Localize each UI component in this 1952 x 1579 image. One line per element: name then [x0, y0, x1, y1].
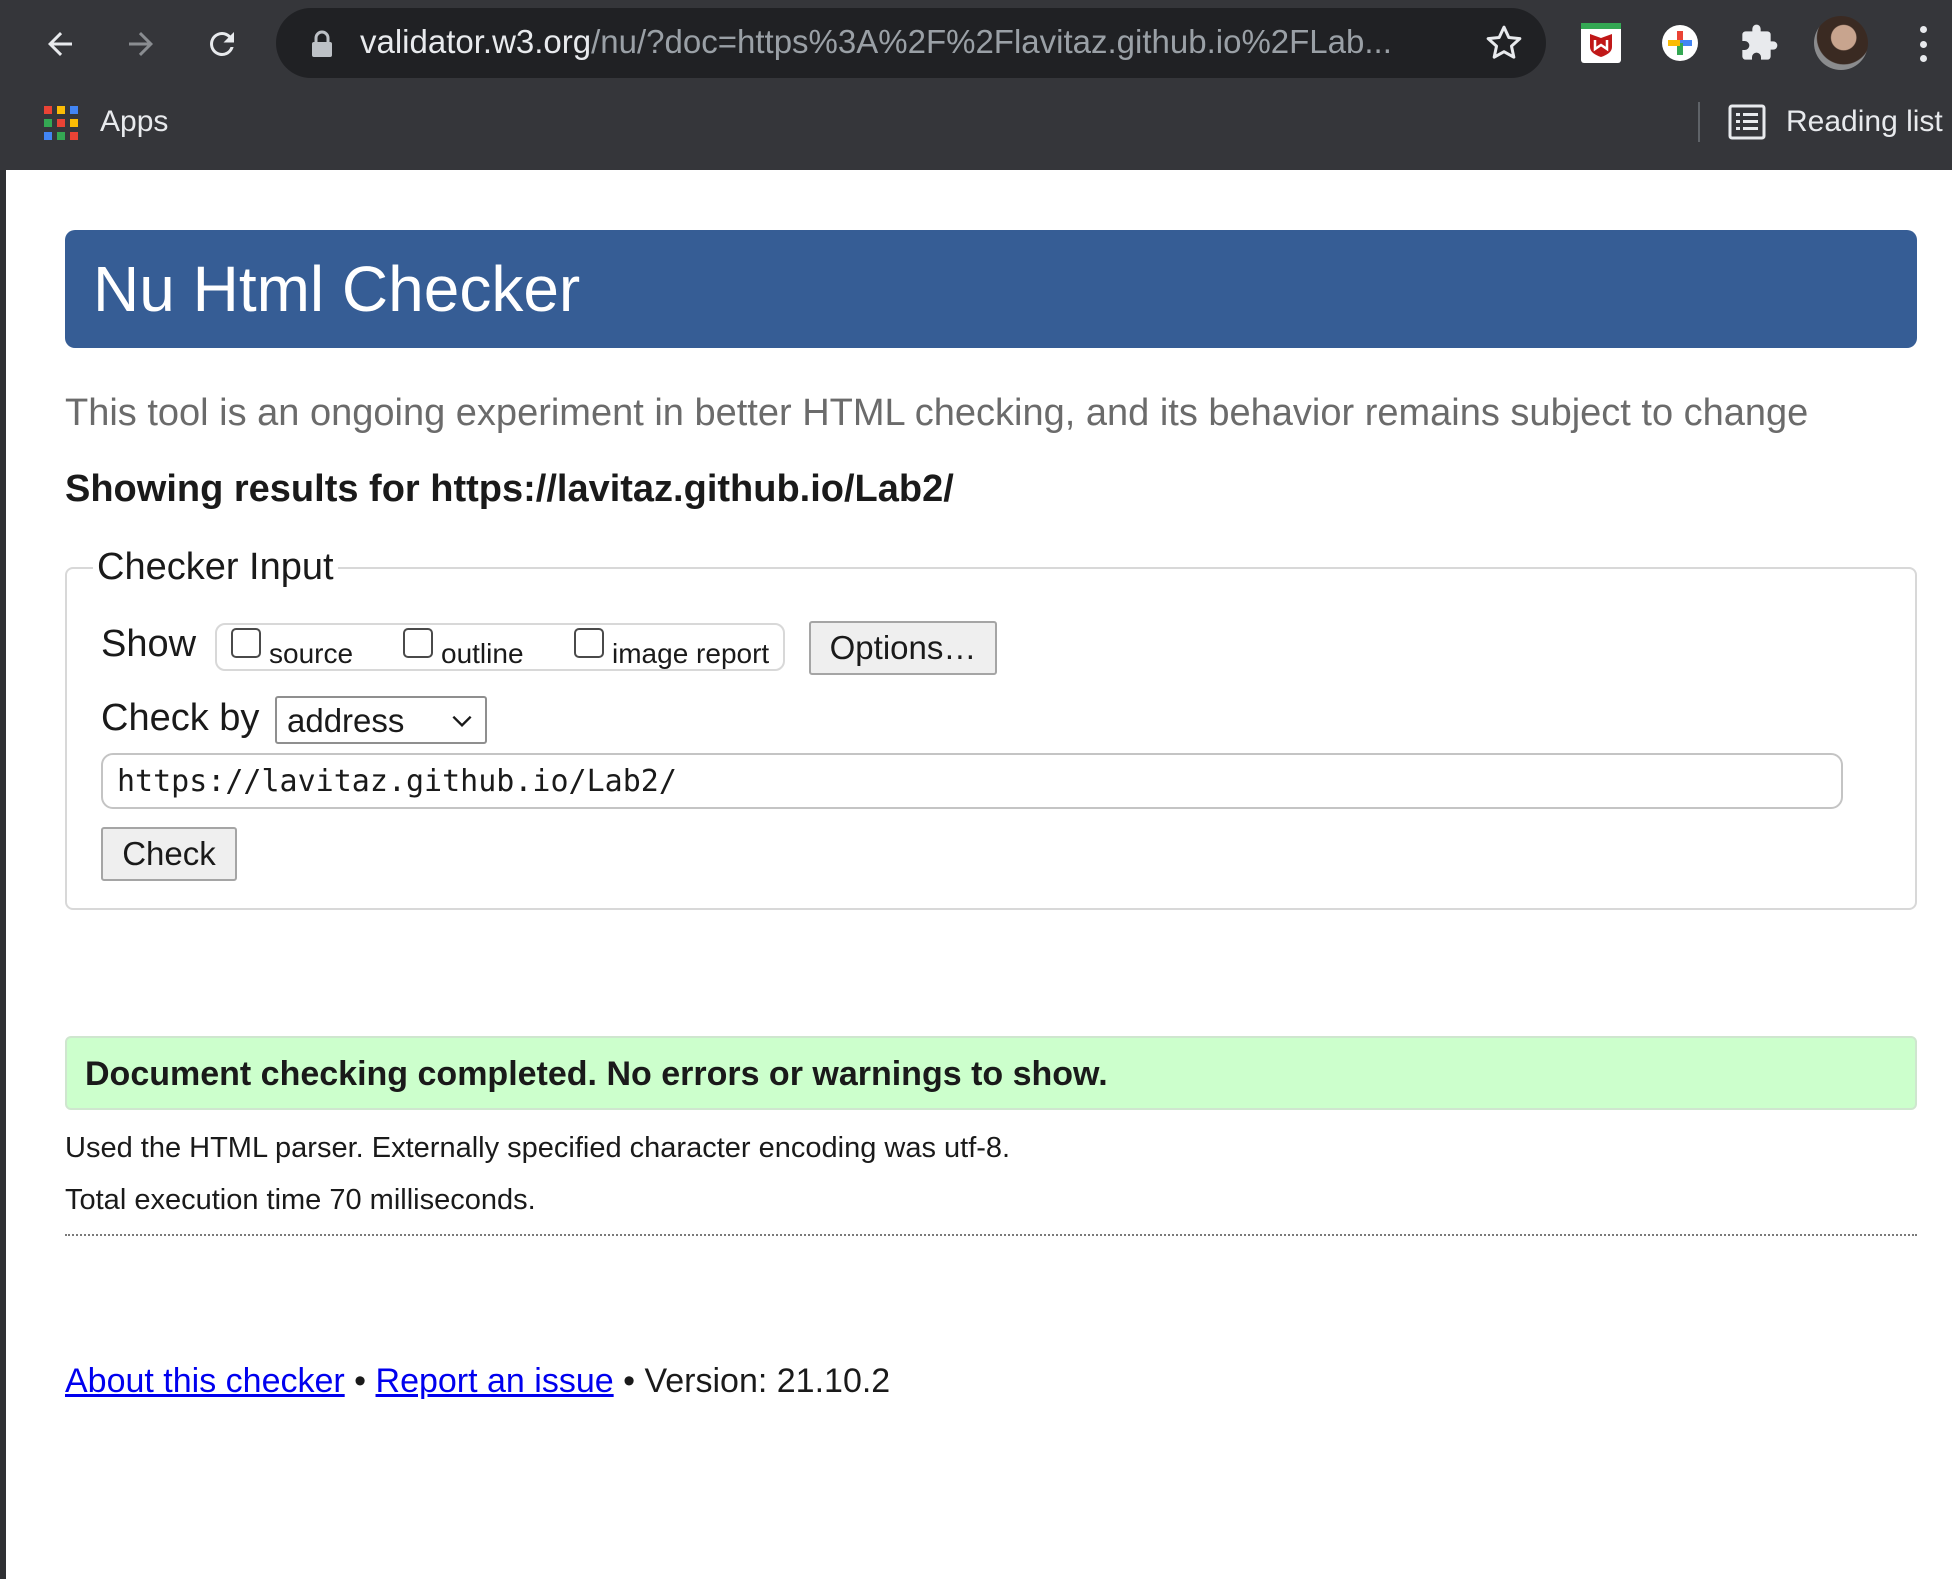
checker-input-legend: Checker Input: [93, 542, 338, 592]
back-arrow-icon: [48, 32, 72, 56]
lock-icon: [312, 30, 332, 57]
dotted-divider: [65, 1234, 1917, 1236]
google-plus-extension-icon: [1662, 25, 1698, 61]
mcafee-extension-button[interactable]: [1578, 20, 1624, 66]
forward-button[interactable]: [113, 16, 169, 72]
extensions-button[interactable]: [1736, 20, 1782, 66]
url-host: validator.w3.org: [360, 23, 592, 60]
star-icon[interactable]: [1484, 23, 1524, 63]
about-checker-link[interactable]: About this checker: [65, 1362, 345, 1400]
apps-bookmark[interactable]: Apps: [100, 102, 168, 142]
checkbox-label: source: [269, 638, 354, 669]
puzzle-extensions-icon: [1742, 24, 1778, 60]
check-by-label: Check by: [101, 697, 260, 739]
check-by-value: address: [287, 702, 405, 739]
google-plus-extension-button[interactable]: [1657, 20, 1703, 66]
footer: About this checker • Report an issue • V…: [65, 1360, 890, 1402]
checkbox-box[interactable]: [403, 628, 433, 658]
document-url-value: https://lavitaz.github.io/Lab2/: [117, 764, 677, 799]
show-options-group: source outline image report: [215, 623, 785, 671]
version-text: Version: 21.10.2: [644, 1362, 891, 1400]
parser-info: Used the HTML parser. Externally specifi…: [65, 1132, 1011, 1164]
mcafee-extension-icon: [1581, 23, 1621, 63]
outline-checkbox[interactable]: outline: [403, 628, 524, 668]
success-message: Document checking completed. No errors o…: [85, 1055, 1108, 1093]
header-banner: Nu Html Checker: [65, 230, 1917, 348]
kebab-menu-icon[interactable]: [1908, 20, 1938, 68]
forward-arrow-icon: [129, 32, 153, 56]
window-edge: [0, 0, 6, 1579]
document-url-input[interactable]: https://lavitaz.github.io/Lab2/: [101, 753, 1843, 809]
source-checkbox[interactable]: source: [231, 628, 353, 668]
image-report-checkbox[interactable]: image report: [574, 628, 769, 668]
browser-toolbar: validator.w3.org/nu/?doc=https%3A%2F%2Fl…: [0, 0, 1952, 88]
success-message-box: Document checking completed. No errors o…: [65, 1036, 1917, 1110]
back-button[interactable]: [32, 16, 88, 72]
options-button[interactable]: Options…: [809, 621, 997, 675]
checkbox-box[interactable]: [231, 628, 261, 658]
profile-avatar[interactable]: [1814, 16, 1868, 70]
url-text: validator.w3.org/nu/?doc=https%3A%2F%2Fl…: [360, 22, 1392, 62]
url-path: /nu/?doc=https%3A%2F%2Flavitaz.github.io…: [591, 23, 1392, 60]
bookmarks-bar: Apps Reading list: [0, 96, 1952, 150]
checkbox-box[interactable]: [574, 628, 604, 658]
chevron-down-icon: [452, 715, 472, 728]
reload-icon: [210, 31, 234, 56]
tagline: This tool is an ongoing experiment in be…: [65, 392, 1809, 434]
browser-chrome: validator.w3.org/nu/?doc=https%3A%2F%2Fl…: [0, 0, 1952, 170]
check-by-select[interactable]: address: [275, 696, 487, 744]
showing-results-heading: Showing results for https://lavitaz.gith…: [65, 468, 954, 510]
checkbox-label: image report: [612, 638, 770, 669]
address-bar[interactable]: validator.w3.org/nu/?doc=https%3A%2F%2Fl…: [276, 8, 1546, 78]
page-title: Nu Html Checker: [93, 253, 581, 325]
checkbox-label: outline: [441, 638, 524, 669]
reading-list-button[interactable]: Reading list: [1786, 102, 1943, 142]
reading-list-icon[interactable]: [1728, 104, 1766, 140]
footer-separator: •: [623, 1362, 636, 1400]
report-issue-link[interactable]: Report an issue: [376, 1362, 614, 1400]
apps-grid-icon[interactable]: [44, 106, 78, 140]
show-label: Show: [101, 623, 197, 665]
execution-time: Total execution time 70 milliseconds.: [65, 1184, 536, 1216]
checker-input-fieldset: Checker Input Show source outline image …: [65, 542, 1917, 910]
reload-button[interactable]: [194, 16, 250, 72]
check-button[interactable]: Check: [101, 827, 237, 881]
footer-separator: •: [354, 1362, 367, 1400]
bookmarks-divider: [1698, 102, 1700, 142]
